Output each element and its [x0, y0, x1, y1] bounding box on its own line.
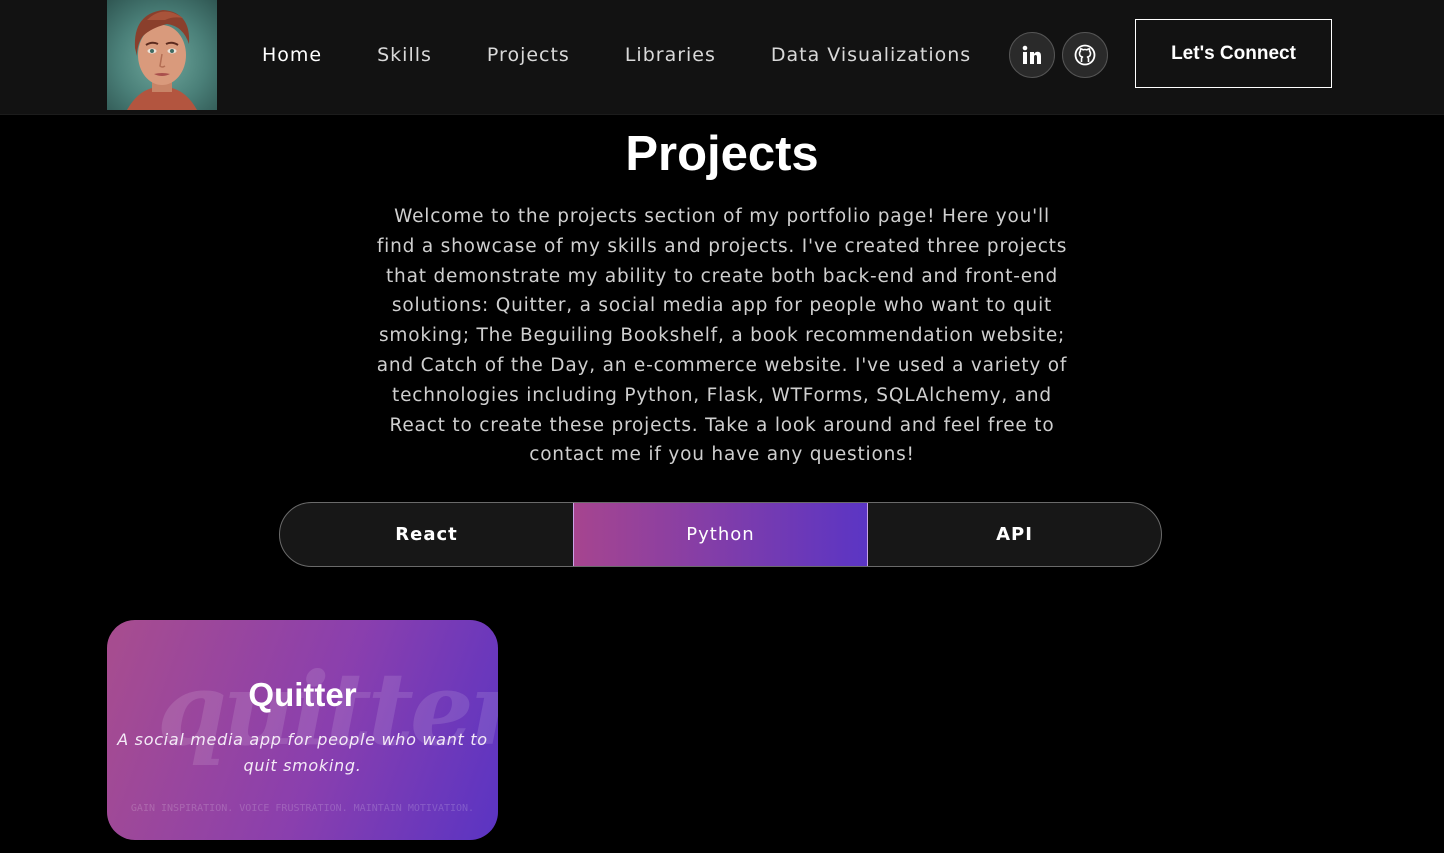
lets-connect-button[interactable]: Let's Connect — [1135, 19, 1332, 88]
nav-link-home[interactable]: Home — [262, 44, 322, 66]
nav-link-projects[interactable]: Projects — [487, 44, 570, 66]
github-button[interactable] — [1062, 32, 1108, 78]
nav-link-skills[interactable]: Skills — [377, 44, 432, 66]
project-tabs: React Python API — [279, 502, 1162, 567]
card-description: A social media app for people who want t… — [117, 730, 488, 775]
tab-react[interactable]: React — [280, 503, 573, 566]
card-title: Quitter — [248, 676, 357, 713]
avatar[interactable] — [107, 0, 217, 110]
github-icon — [1074, 44, 1096, 66]
nav-link-libraries[interactable]: Libraries — [625, 44, 716, 66]
nav-link-data-visualizations[interactable]: Data Visualizations — [771, 44, 971, 66]
linkedin-button[interactable] — [1009, 32, 1055, 78]
tab-api[interactable]: API — [868, 503, 1161, 566]
navbar: Home Skills Projects Libraries Data Visu… — [0, 0, 1444, 115]
page-title: Projects — [625, 127, 819, 181]
project-card-quitter[interactable]: quitter Quitter A social media app for p… — [107, 620, 498, 840]
section-intro: Welcome to the projects section of my po… — [376, 206, 1068, 466]
card-tagline: GAIN INSPIRATION. VOICE FRUSTRATION. MAI… — [130, 803, 475, 814]
avatar-portrait-icon — [127, 10, 197, 110]
linkedin-icon — [1022, 45, 1041, 64]
nav-links: Home Skills Projects Libraries Data Visu… — [262, 0, 1026, 110]
tab-python[interactable]: Python — [573, 503, 868, 566]
